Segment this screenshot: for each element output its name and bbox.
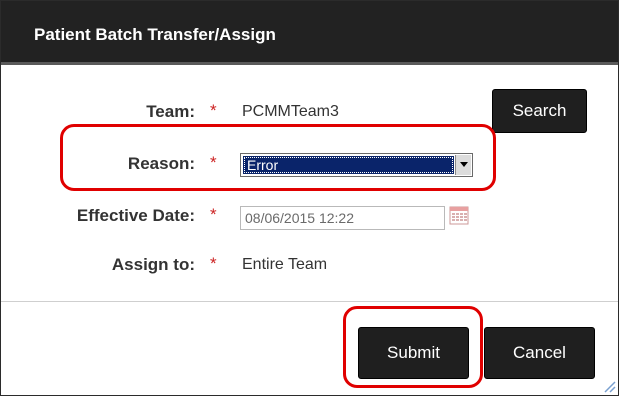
effective-date-label: Effective Date:	[76, 206, 195, 225]
submit-highlight	[343, 306, 483, 388]
resize-grip-icon[interactable]	[602, 379, 616, 393]
batch-transfer-dialog: Patient Batch Transfer/Assign Team: * PC…	[0, 0, 619, 396]
effective-date-input[interactable]: 08/06/2015 12:22	[240, 206, 445, 230]
reason-highlight	[60, 124, 496, 191]
cancel-button[interactable]: Cancel	[484, 327, 595, 379]
assign-to-row: Assign to: * Entire Team	[1, 250, 618, 280]
assign-to-label: Assign to:	[111, 255, 195, 274]
search-button[interactable]: Search	[492, 89, 587, 133]
dialog-title: Patient Batch Transfer/Assign	[34, 25, 276, 44]
assign-to-required-mark: *	[210, 254, 217, 273]
effective-date-row: Effective Date: * 08/06/2015 12:22	[1, 201, 618, 231]
effective-date-required-mark: *	[210, 205, 217, 224]
dialog-titlebar[interactable]: Patient Batch Transfer/Assign	[1, 1, 618, 65]
team-required-mark: *	[210, 101, 217, 120]
calendar-icon[interactable]	[449, 205, 469, 225]
team-value: PCMMTeam3	[242, 103, 339, 120]
team-label: Team:	[146, 102, 195, 121]
assign-to-value: Entire Team	[242, 256, 328, 273]
footer-divider	[1, 301, 618, 302]
